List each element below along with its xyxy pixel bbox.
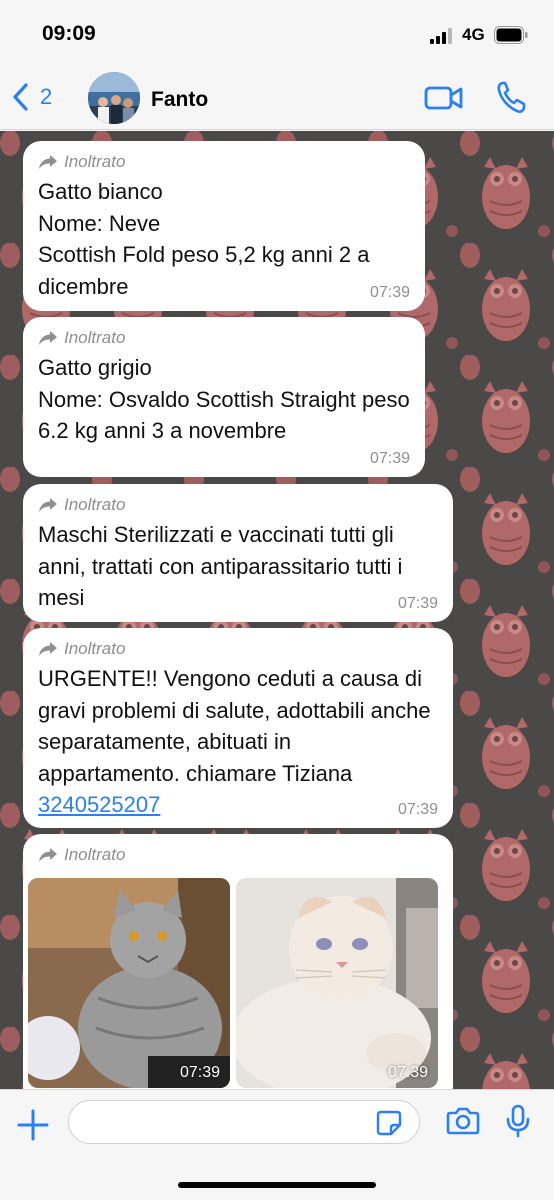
- white-cat-image: [236, 878, 438, 1088]
- forward-arrow-icon: [39, 331, 57, 345]
- unread-count: 2: [40, 84, 53, 109]
- forward-arrow-icon: [39, 498, 57, 512]
- phone-icon[interactable]: [496, 80, 526, 114]
- status-bar: 09:09 4G: [0, 0, 554, 68]
- contact-avatar[interactable]: [88, 72, 140, 124]
- home-indicator: [178, 1182, 376, 1188]
- photo-time: 07:39: [179, 1064, 220, 1081]
- message-bubble[interactable]: Inoltrato Gatto grigio Nome: Osvaldo Sco…: [23, 317, 425, 477]
- forwarded-label: Inoltrato: [38, 844, 438, 866]
- message-time: 07:39: [397, 801, 438, 818]
- forwarded-label: Inoltrato: [38, 494, 438, 516]
- contact-name[interactable]: Fanto: [151, 88, 208, 112]
- message-time: 07:39: [397, 595, 438, 612]
- grey-cat-photo[interactable]: 07:39: [28, 878, 230, 1088]
- back-button[interactable]: 2: [10, 80, 52, 114]
- chat-area[interactable]: Inoltrato Gatto bianco Nome: Neve Scotti…: [0, 131, 554, 1089]
- plus-icon[interactable]: [16, 1108, 50, 1142]
- composer-bar: [0, 1089, 554, 1200]
- forwarded-label: Inoltrato: [38, 638, 438, 660]
- message-input[interactable]: [68, 1100, 420, 1144]
- chat-header: 2 Fanto: [0, 68, 554, 130]
- avatar-image: [88, 72, 140, 124]
- message-text: Gatto grigio Nome: Osvaldo Scottish Stra…: [38, 355, 410, 443]
- white-cat-photo[interactable]: 07:39: [236, 878, 438, 1088]
- microphone-icon[interactable]: [506, 1104, 530, 1138]
- chevron-left-icon: [13, 83, 28, 111]
- forward-arrow-icon: [39, 155, 57, 169]
- signal-icon: [430, 28, 452, 44]
- message-time: 07:39: [369, 450, 410, 467]
- message-text: Gatto bianco Nome: Neve Scottish Fold pe…: [38, 179, 370, 299]
- message-text: URGENTE!! Vengono ceduti a causa di grav…: [38, 666, 431, 817]
- grey-cat-image: [28, 878, 230, 1088]
- message-bubble[interactable]: Inoltrato URGENTE!! Vengono ceduti a cau…: [23, 628, 453, 828]
- forwarded-label: Inoltrato: [38, 151, 410, 173]
- camera-icon[interactable]: [446, 1106, 480, 1136]
- message-text: Maschi Sterilizzati e vaccinati tutti gl…: [38, 522, 403, 610]
- forwarded-label: Inoltrato: [38, 327, 410, 349]
- forward-arrow-icon: [39, 848, 57, 862]
- photo-time: 07:39: [387, 1064, 428, 1081]
- status-time: 09:09: [42, 22, 96, 45]
- message-time: 07:39: [369, 284, 410, 301]
- battery-icon: [494, 26, 528, 44]
- photo-message-bubble[interactable]: Inoltrato 07:39 07:39: [23, 834, 453, 1089]
- forward-arrow-icon: [39, 642, 57, 656]
- phone-link[interactable]: 3240525207: [38, 792, 160, 817]
- sticker-icon[interactable]: [376, 1110, 402, 1136]
- message-bubble[interactable]: Inoltrato Gatto bianco Nome: Neve Scotti…: [23, 141, 425, 311]
- network-type: 4G: [462, 25, 485, 44]
- message-bubble[interactable]: Inoltrato Maschi Sterilizzati e vaccinat…: [23, 484, 453, 622]
- video-call-icon[interactable]: [424, 82, 464, 114]
- photo-grid: 07:39 07:39: [28, 878, 438, 1088]
